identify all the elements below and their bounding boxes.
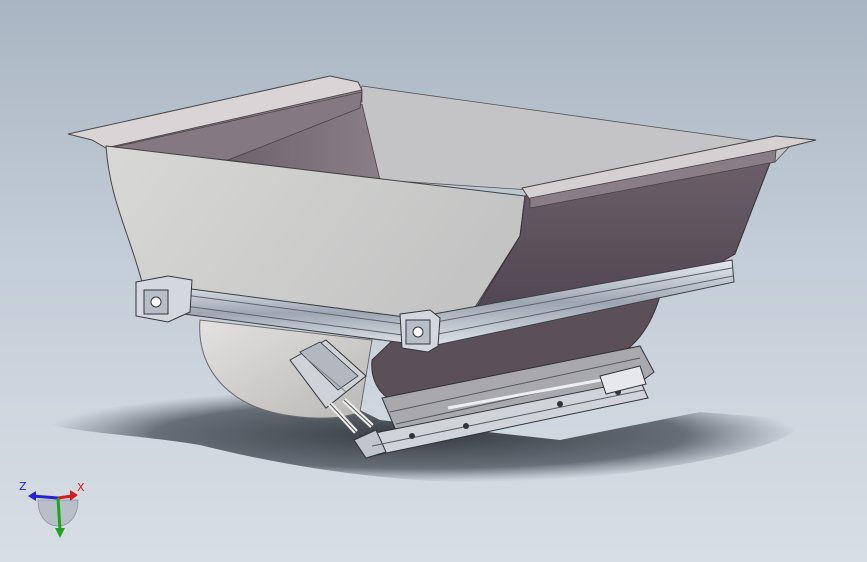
x-axis-line (57, 494, 73, 500)
z-axis-arrow (28, 491, 36, 501)
graphics-viewport[interactable]: Z X (0, 0, 867, 562)
frame-corner-block-right (399, 309, 441, 353)
hopper-model[interactable] (0, 0, 867, 562)
y-axis-arrow (55, 528, 65, 538)
coordinate-triad[interactable]: Z X (14, 476, 90, 548)
z-axis-label: Z (19, 480, 27, 493)
x-axis-label: X (77, 481, 85, 494)
y-axis-line (56, 497, 62, 531)
frame-corner-block-left (135, 275, 193, 323)
